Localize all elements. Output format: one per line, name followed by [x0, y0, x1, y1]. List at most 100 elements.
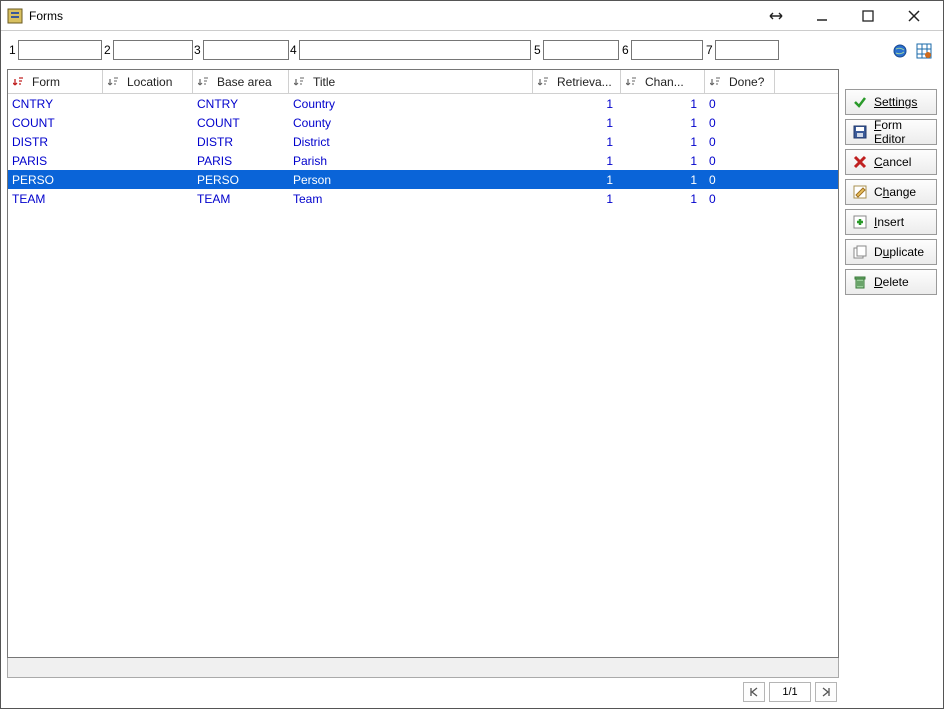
col-done-label: Done?: [729, 75, 764, 89]
filter-input-3[interactable]: [203, 40, 289, 60]
cell: TEAM: [8, 192, 103, 206]
cell: PERSO: [193, 173, 289, 187]
cell: 1: [621, 116, 705, 130]
form-editor-button-label: Form Editor: [874, 118, 930, 146]
pager-last-button[interactable]: [815, 682, 837, 702]
cancel-button-label: Cancel: [874, 155, 930, 169]
maximize-button[interactable]: [845, 2, 891, 30]
cell: PARIS: [193, 154, 289, 168]
table-row[interactable]: COUNTCOUNTCounty110: [8, 113, 838, 132]
filter-label-4: 4: [288, 43, 299, 57]
horizontal-scrollbar[interactable]: [7, 658, 839, 678]
filter-input-5[interactable]: [543, 40, 619, 60]
app-icon: [7, 8, 23, 24]
cell: 1: [533, 173, 621, 187]
cell: 0: [705, 135, 775, 149]
filter-input-1[interactable]: [18, 40, 102, 60]
col-base-area-label: Base area: [217, 75, 272, 89]
table-row[interactable]: PARISPARISParish110: [8, 151, 838, 170]
cell: 0: [705, 116, 775, 130]
grid-config-icon[interactable]: [915, 42, 933, 60]
change-button-label: Change: [874, 185, 930, 199]
cell: COUNT: [193, 116, 289, 130]
pager-page-display: 1/1: [769, 682, 811, 702]
cell: Team: [289, 192, 533, 206]
window-title: Forms: [29, 9, 63, 23]
cell: PARIS: [8, 154, 103, 168]
cell: 0: [705, 173, 775, 187]
col-retrieval[interactable]: Retrieva...: [533, 70, 621, 93]
cell: PERSO: [8, 173, 103, 187]
cell: 0: [705, 97, 775, 111]
cancel-button[interactable]: Cancel: [845, 149, 937, 175]
delete-button[interactable]: Delete: [845, 269, 937, 295]
cell: 0: [705, 154, 775, 168]
insert-button[interactable]: Insert: [845, 209, 937, 235]
filter-input-6[interactable]: [631, 40, 703, 60]
save-icon: [852, 124, 868, 140]
cell: 0: [705, 192, 775, 206]
table-row[interactable]: CNTRYCNTRYCountry110: [8, 94, 838, 113]
sort-icon: [197, 75, 211, 89]
check-icon: [852, 94, 868, 110]
pager: 1/1: [7, 678, 839, 702]
cell: Country: [289, 97, 533, 111]
restore-width-icon[interactable]: [753, 2, 799, 30]
filter-label-2: 2: [102, 43, 113, 57]
col-title-label: Title: [313, 75, 335, 89]
sort-icon: [709, 75, 723, 89]
col-location[interactable]: Location: [103, 70, 193, 93]
cell: District: [289, 135, 533, 149]
col-form[interactable]: Form: [8, 70, 103, 93]
globe-refresh-icon[interactable]: [891, 42, 909, 60]
cell: 1: [533, 97, 621, 111]
filter-input-2[interactable]: [113, 40, 193, 60]
col-done[interactable]: Done?: [705, 70, 775, 93]
pager-first-button[interactable]: [743, 682, 765, 702]
cell: Parish: [289, 154, 533, 168]
table-body[interactable]: CNTRYCNTRYCountry110COUNTCOUNTCounty110D…: [8, 94, 838, 657]
col-changes[interactable]: Chan...: [621, 70, 705, 93]
table-header: Form Location Base area Title Retrieva..…: [8, 70, 838, 94]
sort-icon: [293, 75, 307, 89]
cell: 1: [621, 192, 705, 206]
duplicate-button[interactable]: Duplicate: [845, 239, 937, 265]
filter-input-4[interactable]: [299, 40, 531, 60]
filter-row: 1 2 3 4 5 6 7: [7, 37, 839, 63]
table-row[interactable]: DISTRDISTRDistrict110: [8, 132, 838, 151]
cell: 1: [533, 154, 621, 168]
cell: 1: [621, 97, 705, 111]
duplicate-icon: [852, 244, 868, 260]
edit-icon: [852, 184, 868, 200]
cell: TEAM: [193, 192, 289, 206]
col-form-label: Form: [32, 75, 60, 89]
filter-label-5: 5: [532, 43, 543, 57]
cell: 1: [533, 192, 621, 206]
cell: COUNT: [8, 116, 103, 130]
table-row[interactable]: PERSOPERSOPerson110: [8, 170, 838, 189]
sort-icon: [12, 75, 26, 89]
cell: CNTRY: [193, 97, 289, 111]
col-changes-label: Chan...: [645, 75, 684, 89]
cell: 1: [621, 135, 705, 149]
cell: 1: [533, 116, 621, 130]
cell: 1: [621, 173, 705, 187]
table-row[interactable]: TEAMTEAMTeam110: [8, 189, 838, 208]
col-retrieval-label: Retrieva...: [557, 75, 612, 89]
settings-button[interactable]: Settings: [845, 89, 937, 115]
sort-icon: [537, 75, 551, 89]
delete-button-label: Delete: [874, 275, 930, 289]
col-location-label: Location: [127, 75, 172, 89]
cell: Person: [289, 173, 533, 187]
insert-icon: [852, 214, 868, 230]
filter-label-7: 7: [704, 43, 715, 57]
close-button[interactable]: [891, 2, 937, 30]
minimize-button[interactable]: [799, 2, 845, 30]
form-editor-button[interactable]: Form Editor: [845, 119, 937, 145]
change-button[interactable]: Change: [845, 179, 937, 205]
filter-input-7[interactable]: [715, 40, 779, 60]
col-title[interactable]: Title: [289, 70, 533, 93]
forms-table: Form Location Base area Title Retrieva..…: [7, 69, 839, 658]
col-base-area[interactable]: Base area: [193, 70, 289, 93]
cell: CNTRY: [8, 97, 103, 111]
